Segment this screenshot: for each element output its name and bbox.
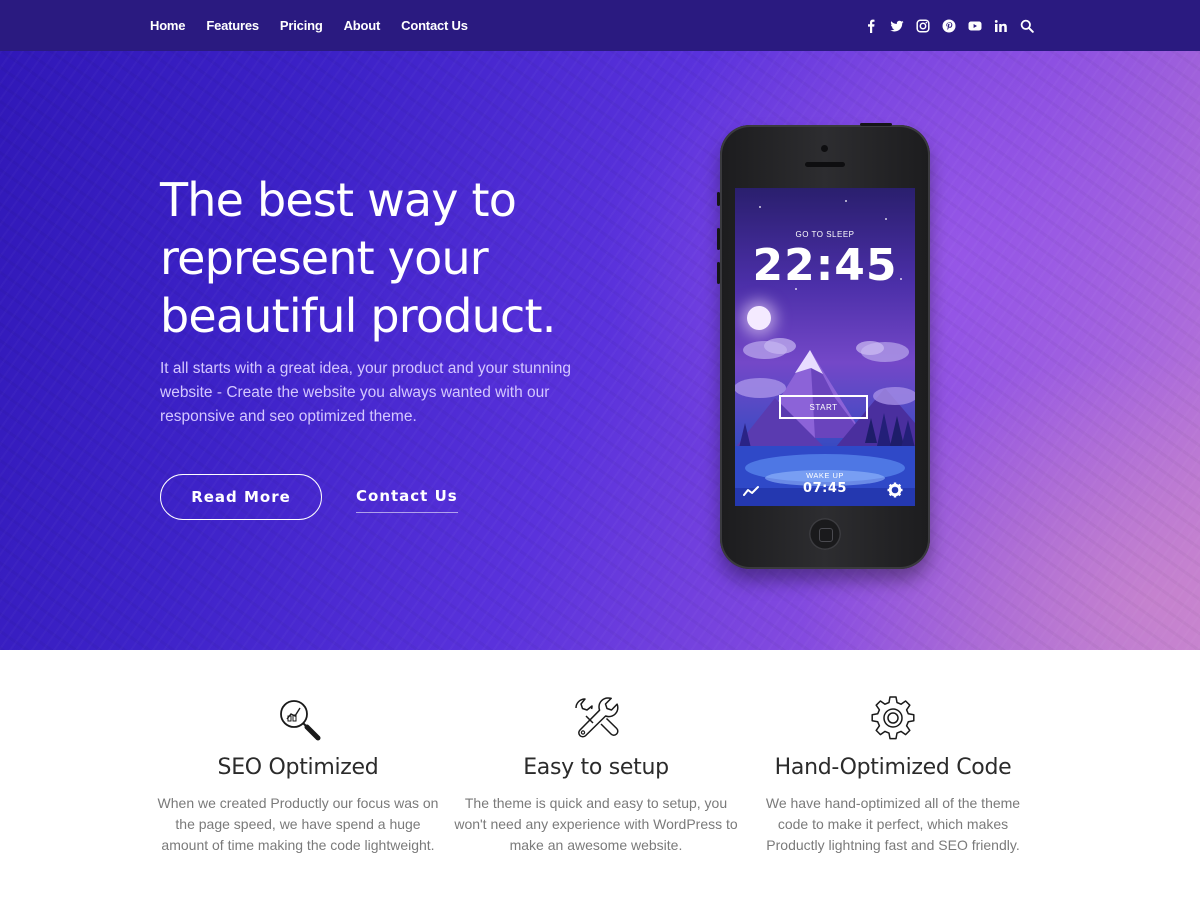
pinterest-icon[interactable] xyxy=(942,19,956,33)
hero-texture xyxy=(0,51,1200,650)
nav-link-features[interactable]: Features xyxy=(206,18,259,33)
start-button[interactable]: START xyxy=(779,395,868,419)
nav-link-contact-us[interactable]: Contact Us xyxy=(401,18,468,33)
nav-links: Home Features Pricing About Contact Us xyxy=(150,0,489,51)
feature-text: We have hand-optimized all of the theme … xyxy=(765,795,1021,853)
go-to-sleep-label: GO TO SLEEP xyxy=(795,230,855,239)
phone-screen: GO TO SLEEP 22:45 START WAKE UP 07:45 xyxy=(735,188,915,506)
facebook-icon[interactable] xyxy=(864,19,878,33)
feature-title: Easy to setup xyxy=(523,755,669,780)
phone-camera xyxy=(821,145,828,152)
phone-speaker xyxy=(805,162,845,167)
feature-text: When we created Productly our focus was … xyxy=(157,795,439,853)
phone-volume-down xyxy=(717,262,720,284)
phone-mockup: GO TO SLEEP 22:45 START WAKE UP 07:45 xyxy=(717,123,930,569)
sleep-time: 22:45 xyxy=(752,240,898,291)
nav-link-pricing[interactable]: Pricing xyxy=(280,18,323,33)
moon xyxy=(747,306,771,330)
search-icon[interactable] xyxy=(1020,19,1034,33)
hero-section: The best way to represent your beautiful… xyxy=(0,51,1200,650)
wake-up-label: WAKE UP xyxy=(806,471,844,480)
instagram-icon[interactable] xyxy=(916,18,930,33)
youtube-icon[interactable] xyxy=(968,19,982,33)
twitter-icon[interactable] xyxy=(890,19,904,33)
phone-volume-up xyxy=(717,228,720,250)
contact-us-link[interactable]: Contact Us xyxy=(356,487,458,513)
star xyxy=(885,218,887,220)
hero-title-line-2: represent your xyxy=(160,231,489,285)
feature-title: Hand-Optimized Code xyxy=(774,755,1012,780)
phone-mute-switch xyxy=(717,192,720,206)
phone-power-button xyxy=(860,123,892,126)
feature-title: SEO Optimized xyxy=(217,755,379,780)
hero-title-line-3: beautiful product. xyxy=(160,289,556,343)
feature-text: The theme is quick and easy to setup, yo… xyxy=(454,795,738,853)
read-more-button[interactable]: Read More xyxy=(160,474,322,520)
settings-gear-icon[interactable] xyxy=(887,482,903,498)
phone-home-button xyxy=(809,518,841,550)
nav-link-home[interactable]: Home xyxy=(150,18,186,33)
seo-magnifier-icon xyxy=(274,694,322,742)
gear-icon xyxy=(869,694,917,742)
nav-link-about[interactable]: About xyxy=(344,18,381,33)
features-section: SEO Optimized When we created Productly … xyxy=(0,650,1200,900)
social-icons xyxy=(852,0,1034,51)
wrench-icon xyxy=(572,694,620,742)
top-navigation: Home Features Pricing About Contact Us xyxy=(0,0,1200,51)
hero-description: It all starts with a great idea, your pr… xyxy=(160,360,571,425)
star xyxy=(845,200,847,202)
hero-title-line-1: The best way to xyxy=(160,173,517,227)
star xyxy=(759,206,761,208)
linkedin-icon[interactable] xyxy=(994,19,1008,33)
hero-title: The best way to represent your beautiful… xyxy=(160,171,600,345)
